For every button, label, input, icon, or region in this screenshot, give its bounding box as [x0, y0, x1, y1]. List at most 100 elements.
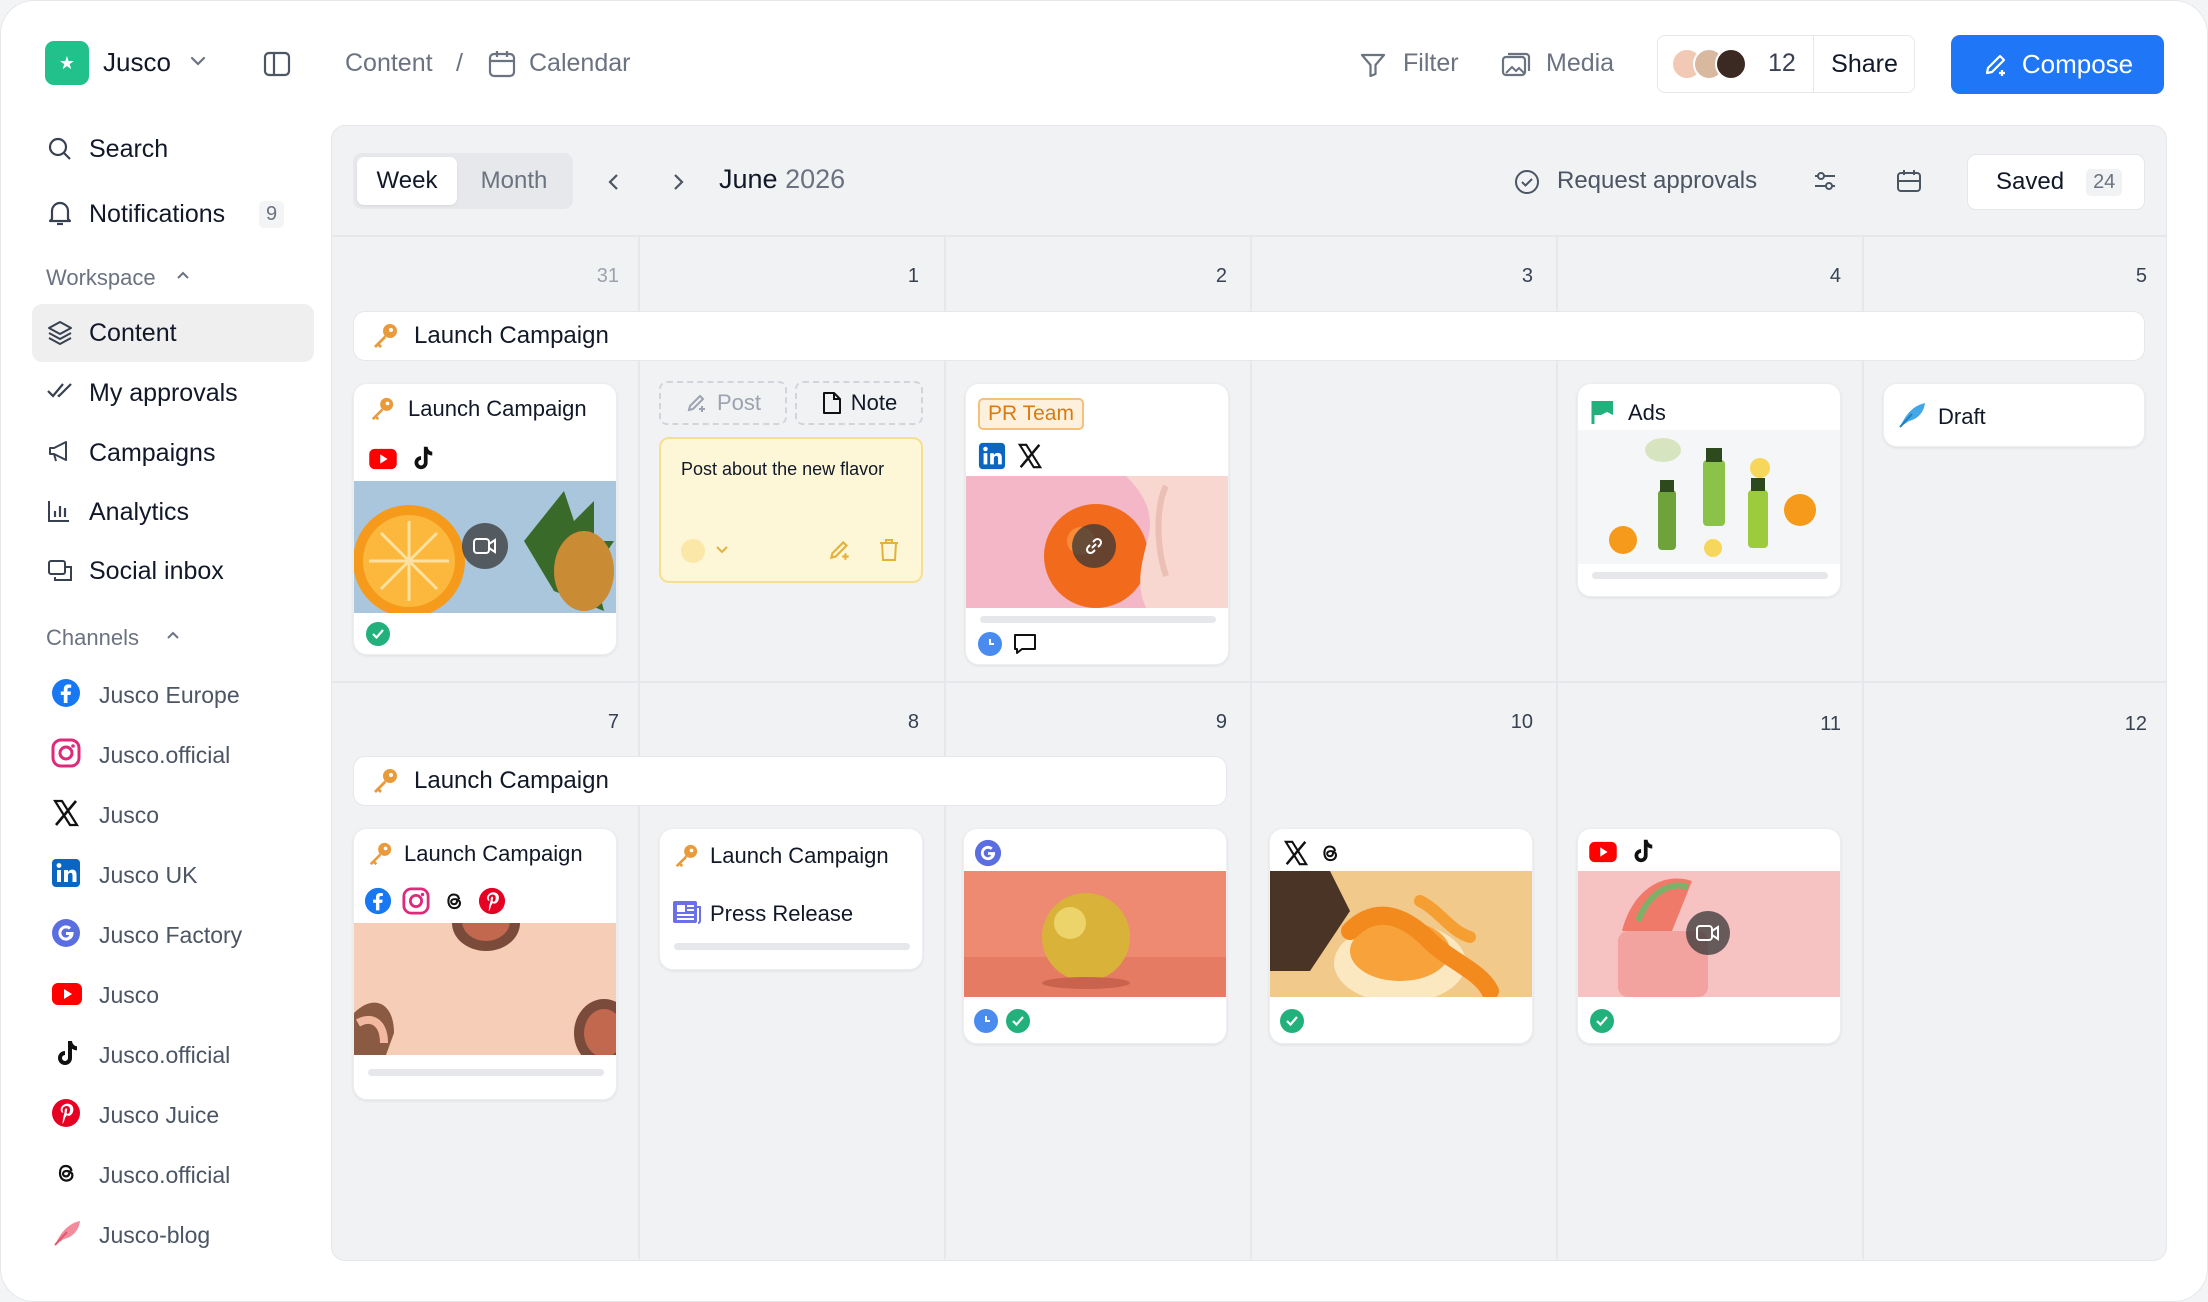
- note-text[interactable]: Post about the new flavor: [681, 459, 884, 480]
- scheduled-clock-icon: [974, 1009, 998, 1033]
- channel-item[interactable]: Jusco-blog: [99, 1222, 210, 1249]
- saved-button[interactable]: Saved 24: [1967, 154, 2145, 210]
- filter-button[interactable]: Filter: [1403, 49, 1459, 78]
- chevron-down-icon[interactable]: [189, 55, 207, 67]
- post-card[interactable]: [1269, 828, 1533, 1044]
- feather-pen-icon: [1896, 400, 1928, 430]
- filter-icon[interactable]: [1359, 51, 1387, 79]
- tab-week[interactable]: Week: [357, 157, 457, 205]
- post-card[interactable]: [963, 828, 1227, 1044]
- draft-card[interactable]: Draft: [1883, 383, 2145, 447]
- ads-flag-icon: [1590, 398, 1616, 426]
- bar-chart-icon: [46, 498, 72, 524]
- post-card[interactable]: Launch Campaign: [353, 383, 617, 655]
- workspace-heading[interactable]: Workspace: [46, 265, 156, 291]
- media-button[interactable]: Media: [1546, 49, 1614, 78]
- media-icon[interactable]: [1501, 51, 1531, 79]
- approved-check-icon: [1280, 1009, 1304, 1033]
- note-tab[interactable]: Note: [795, 381, 923, 425]
- progress-bar: [980, 616, 1216, 623]
- ad-card[interactable]: Ads: [1577, 383, 1841, 597]
- note-icon: [821, 391, 843, 415]
- grid-line: [638, 237, 640, 1259]
- channel-item[interactable]: Jusco.official: [99, 742, 230, 769]
- day-number: 1: [907, 265, 919, 287]
- post-card[interactable]: [1577, 828, 1841, 1044]
- note-editor[interactable]: Post about the new flavor: [659, 437, 923, 583]
- sidebar-toggle-icon[interactable]: [263, 51, 291, 77]
- sidebar-item-my-approvals[interactable]: My approvals: [89, 379, 238, 408]
- channel-item[interactable]: Jusco: [99, 982, 159, 1009]
- workspace-name[interactable]: Jusco: [103, 47, 171, 78]
- campaign-banner[interactable]: Launch Campaign: [353, 311, 2145, 361]
- color-swatch[interactable]: [681, 539, 705, 563]
- pen-plus-icon: [1982, 51, 2010, 79]
- request-approvals-button[interactable]: Request approvals: [1557, 167, 1757, 195]
- day-number: 4: [1829, 265, 1841, 287]
- key-icon: [370, 322, 400, 350]
- channels-heading[interactable]: Channels: [46, 625, 139, 651]
- channel-item[interactable]: Jusco Factory: [99, 922, 242, 949]
- channel-item[interactable]: Jusco UK: [99, 862, 197, 889]
- sidebar-item-campaigns[interactable]: Campaigns: [89, 439, 215, 468]
- sidebar-item-analytics[interactable]: Analytics: [89, 498, 189, 527]
- sidebar-search[interactable]: Search: [89, 135, 168, 164]
- post-image: [1578, 871, 1840, 997]
- chevron-down-icon[interactable]: [715, 545, 729, 555]
- sidebar-item-social-inbox[interactable]: Social inbox: [89, 557, 224, 586]
- pinterest-icon: [51, 1098, 81, 1128]
- day-number: 9: [1215, 711, 1227, 733]
- grid-line: [332, 235, 2166, 237]
- google-icon: [974, 839, 1002, 867]
- sliders-icon[interactable]: [1811, 167, 1839, 195]
- chevron-right-icon[interactable]: [669, 171, 687, 193]
- trash-icon[interactable]: [877, 537, 901, 563]
- linkedin-icon: [978, 442, 1006, 470]
- instagram-icon: [402, 887, 430, 915]
- chevron-up-icon[interactable]: [175, 269, 191, 281]
- pen-plus-icon[interactable]: [827, 537, 853, 563]
- card-title: Ads: [1628, 400, 1666, 425]
- key-icon: [672, 843, 700, 869]
- channel-item[interactable]: Jusco.official: [99, 1042, 230, 1069]
- campaign-banner[interactable]: Launch Campaign: [353, 756, 1227, 806]
- card-title: Draft: [1938, 404, 1986, 429]
- avatar-stack[interactable]: [1671, 48, 1761, 80]
- video-icon: [1686, 911, 1730, 955]
- post-card[interactable]: PR Team: [965, 383, 1229, 665]
- grid-line: [944, 237, 946, 1259]
- sidebar-item-content[interactable]: Content: [89, 319, 177, 348]
- day-number: 31: [596, 265, 619, 287]
- avatar: [1715, 48, 1747, 80]
- comment-icon[interactable]: [1012, 632, 1038, 656]
- facebook-icon: [364, 887, 392, 915]
- tab-month[interactable]: Month: [461, 157, 567, 205]
- chevron-up-icon[interactable]: [165, 629, 181, 641]
- youtube-icon: [368, 448, 398, 470]
- press-release-card[interactable]: Launch Campaign Press Release: [659, 828, 923, 970]
- compose-button[interactable]: Compose: [1951, 35, 2164, 94]
- share-button[interactable]: Share: [1813, 35, 1915, 93]
- channel-item[interactable]: Jusco Juice: [99, 1102, 219, 1129]
- workspace-logo[interactable]: ★: [45, 41, 89, 85]
- check-circle-icon[interactable]: [1513, 168, 1541, 196]
- bell-icon[interactable]: [47, 199, 73, 227]
- threads-icon: [51, 1158, 81, 1188]
- channel-item[interactable]: Jusco.official: [99, 1162, 230, 1189]
- sidebar-notifications[interactable]: Notifications: [89, 200, 225, 229]
- approved-check-icon: [366, 622, 390, 646]
- x-icon: [51, 798, 81, 828]
- day-number: 8: [907, 711, 919, 733]
- calendar-settings-icon[interactable]: [1895, 167, 1923, 195]
- threads-icon: [440, 887, 468, 915]
- channel-item[interactable]: Jusco Europe: [99, 682, 240, 709]
- chevron-left-icon[interactable]: [605, 171, 623, 193]
- post-image: [1270, 871, 1532, 997]
- search-icon[interactable]: [47, 136, 73, 162]
- breadcrumb-content[interactable]: Content: [345, 49, 433, 78]
- post-tab[interactable]: Post: [659, 381, 787, 425]
- post-card[interactable]: Launch Campaign: [353, 828, 617, 1100]
- channel-item[interactable]: Jusco: [99, 802, 159, 829]
- video-icon: [462, 523, 508, 569]
- link-icon: [1072, 524, 1116, 568]
